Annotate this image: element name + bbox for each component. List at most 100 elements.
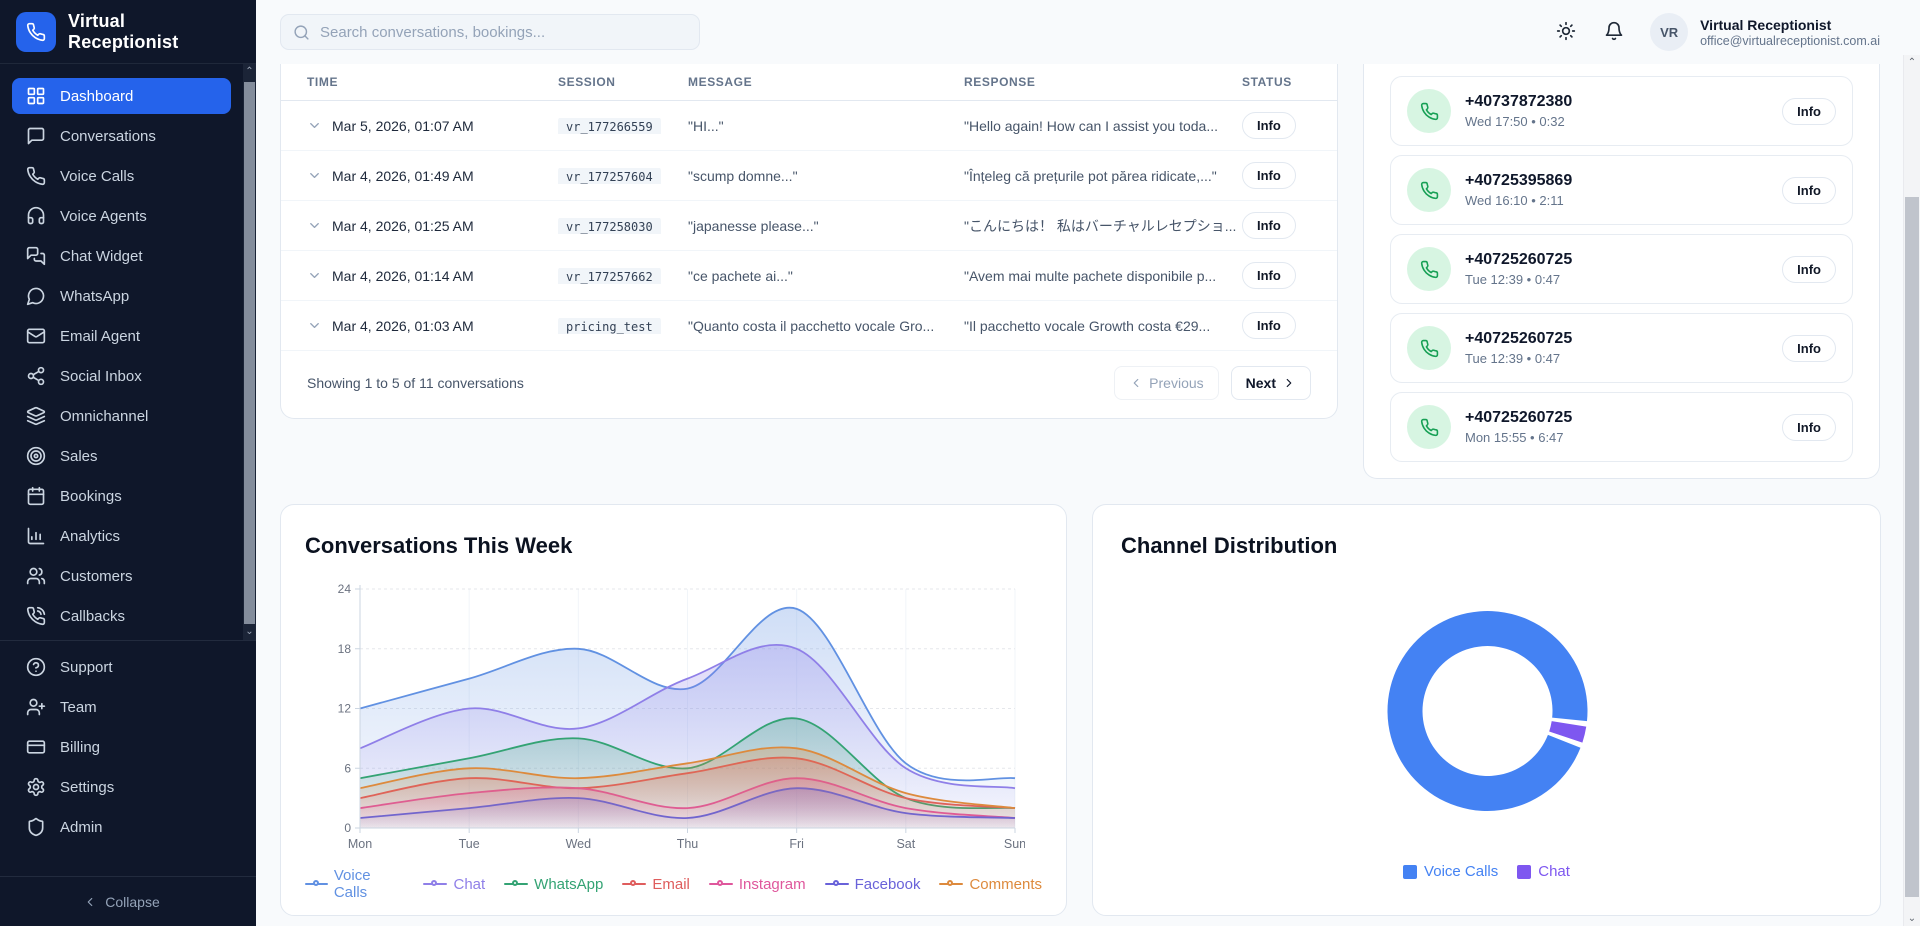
sidebar-item-email-agent[interactable]: Email Agent <box>12 318 231 354</box>
call-list-item[interactable]: +40725260725Tue 12:39 • 0:47 Info <box>1390 234 1853 304</box>
chevron-down-icon[interactable] <box>307 318 322 333</box>
table-row[interactable]: Mar 4, 2026, 01:14 AM vr_177257662 "ce p… <box>281 251 1337 301</box>
theme-toggle-button[interactable] <box>1554 20 1578 44</box>
call-list-item[interactable]: +40725260725Mon 15:55 • 6:47 Info <box>1390 392 1853 462</box>
sidebar-item-settings[interactable]: Settings <box>12 769 231 805</box>
chevron-left-icon <box>83 895 97 909</box>
call-list-item[interactable]: +40737872380Wed 17:50 • 0:32 Info <box>1390 76 1853 146</box>
info-button[interactable]: Info <box>1782 414 1836 441</box>
table-row[interactable]: Mar 4, 2026, 01:03 AM pricing_test "Quan… <box>281 301 1337 351</box>
phone-call-icon <box>1407 405 1451 449</box>
session-badge: vr_177258030 <box>558 218 661 234</box>
legend-item[interactable]: Email <box>622 876 690 893</box>
info-button[interactable]: Info <box>1242 312 1296 339</box>
sidebar-item-voice-calls[interactable]: Voice Calls <box>12 158 231 194</box>
scroll-down-icon[interactable]: ⌄ <box>1904 913 1920 924</box>
table-row[interactable]: Mar 4, 2026, 01:25 AM vr_177258030 "japa… <box>281 201 1337 251</box>
legend-item[interactable]: Facebook <box>825 876 921 893</box>
sidebar-scrollbar-thumb[interactable] <box>244 82 255 624</box>
shield-icon <box>26 817 46 837</box>
sidebar-item-label: Customers <box>60 568 133 585</box>
sidebar-item-analytics[interactable]: Analytics <box>12 518 231 554</box>
info-button[interactable]: Info <box>1782 98 1836 125</box>
previous-button[interactable]: Previous <box>1114 366 1218 400</box>
share-icon <box>26 366 46 386</box>
sidebar-item-label: Bookings <box>60 488 122 505</box>
info-button[interactable]: Info <box>1242 262 1296 289</box>
search-icon <box>293 24 310 41</box>
info-button[interactable]: Info <box>1242 212 1296 239</box>
chevron-down-icon[interactable] <box>307 118 322 133</box>
pagination: Showing 1 to 5 of 11 conversations Previ… <box>281 351 1337 418</box>
info-button[interactable]: Info <box>1242 162 1296 189</box>
notifications-button[interactable] <box>1602 20 1626 44</box>
channel-distribution-card: Channel Distribution Voice Calls Chat <box>1092 504 1881 916</box>
sidebar-nav: Dashboard Conversations Voice Calls Voic… <box>0 64 256 640</box>
response-cell: "Hello again! How can I assist you toda.… <box>964 118 1242 134</box>
call-number: +40725260725 <box>1465 330 1572 348</box>
sidebar-item-conversations[interactable]: Conversations <box>12 118 231 154</box>
legend-item[interactable]: Instagram <box>709 876 806 893</box>
chat-widget-icon <box>26 246 46 266</box>
chevron-down-icon[interactable] <box>307 218 322 233</box>
credit-card-icon <box>26 737 46 757</box>
sidebar-item-label: Admin <box>60 819 103 836</box>
sidebar-item-voice-agents[interactable]: Voice Agents <box>12 198 231 234</box>
table-row[interactable]: Mar 5, 2026, 01:07 AM vr_177266559 "HI..… <box>281 101 1337 151</box>
legend-item[interactable]: Voice Calls <box>1403 863 1498 880</box>
sidebar-item-label: Dashboard <box>60 88 133 105</box>
legend-swatch-icon <box>1403 865 1417 879</box>
sidebar-item-support[interactable]: Support <box>12 649 231 685</box>
info-button[interactable]: Info <box>1242 112 1296 139</box>
sidebar-item-team[interactable]: Team <box>12 689 231 725</box>
chevron-left-icon <box>1129 376 1143 390</box>
legend-marker-icon <box>709 879 733 889</box>
svg-text:Tue: Tue <box>459 837 480 851</box>
chevron-down-icon[interactable] <box>307 268 322 283</box>
legend-item[interactable]: Chat <box>423 876 485 893</box>
sidebar-item-dashboard[interactable]: Dashboard <box>12 78 231 114</box>
collapse-button[interactable]: Collapse <box>83 894 159 910</box>
sidebar-item-sales[interactable]: Sales <box>12 438 231 474</box>
sidebar-item-customers[interactable]: Customers <box>12 558 231 594</box>
user-email: office@virtualreceptionist.com.ai <box>1700 34 1880 48</box>
sidebar-item-callbacks[interactable]: Callbacks <box>12 598 231 634</box>
call-list-item[interactable]: +40725395869Wed 16:10 • 2:11 Info <box>1390 155 1853 225</box>
sidebar: Virtual Receptionist Dashboard Conversat… <box>0 0 256 926</box>
search-input[interactable] <box>320 24 687 41</box>
legend-item[interactable]: Comments <box>939 876 1042 893</box>
info-button[interactable]: Info <box>1782 256 1836 283</box>
info-button[interactable]: Info <box>1782 177 1836 204</box>
call-list-item[interactable]: +40725260725 Tue 12:39 • 0:47 Info <box>1390 313 1853 383</box>
chevron-down-icon[interactable] <box>307 168 322 183</box>
user-name: Virtual Receptionist <box>1700 17 1880 33</box>
sidebar-item-chat-widget[interactable]: Chat Widget <box>12 238 231 274</box>
scroll-up-icon[interactable]: ⌃ <box>243 66 256 78</box>
info-button[interactable]: Info <box>1782 335 1836 362</box>
page-scrollbar-thumb[interactable] <box>1905 197 1919 897</box>
user-menu[interactable]: VR Virtual Receptionist office@virtualre… <box>1650 13 1880 51</box>
scroll-up-icon[interactable]: ⌃ <box>1904 57 1920 68</box>
legend-item[interactable]: WhatsApp <box>504 876 603 893</box>
next-button[interactable]: Next <box>1231 366 1311 400</box>
scroll-down-icon[interactable]: ⌄ <box>243 626 256 638</box>
response-cell: "こんにちは！ 私はバーチャルレセプショ... <box>964 216 1242 236</box>
column-header-time: TIME <box>307 64 558 100</box>
sidebar-item-billing[interactable]: Billing <box>12 729 231 765</box>
session-badge: vr_177266559 <box>558 118 661 134</box>
sidebar-item-bookings[interactable]: Bookings <box>12 478 231 514</box>
sidebar-item-omnichannel[interactable]: Omnichannel <box>12 398 231 434</box>
sidebar-item-whatsapp[interactable]: WhatsApp <box>12 278 231 314</box>
sidebar-item-admin[interactable]: Admin <box>12 809 231 845</box>
sidebar-scrollbar[interactable]: ⌃ ⌄ <box>243 64 256 640</box>
sidebar-item-label: Settings <box>60 779 114 796</box>
chevron-right-icon <box>1282 376 1296 390</box>
legend-item[interactable]: Voice Calls <box>305 867 404 901</box>
page-scrollbar[interactable]: ⌃ ⌄ <box>1903 55 1920 926</box>
sidebar-item-label: Billing <box>60 739 100 756</box>
table-row[interactable]: Mar 4, 2026, 01:49 AM vr_177257604 "scum… <box>281 151 1337 201</box>
call-meta: Tue 12:39 • 0:47 <box>1465 351 1572 366</box>
sidebar-item-social-inbox[interactable]: Social Inbox <box>12 358 231 394</box>
search-box[interactable] <box>280 14 700 50</box>
legend-item[interactable]: Chat <box>1517 863 1570 880</box>
